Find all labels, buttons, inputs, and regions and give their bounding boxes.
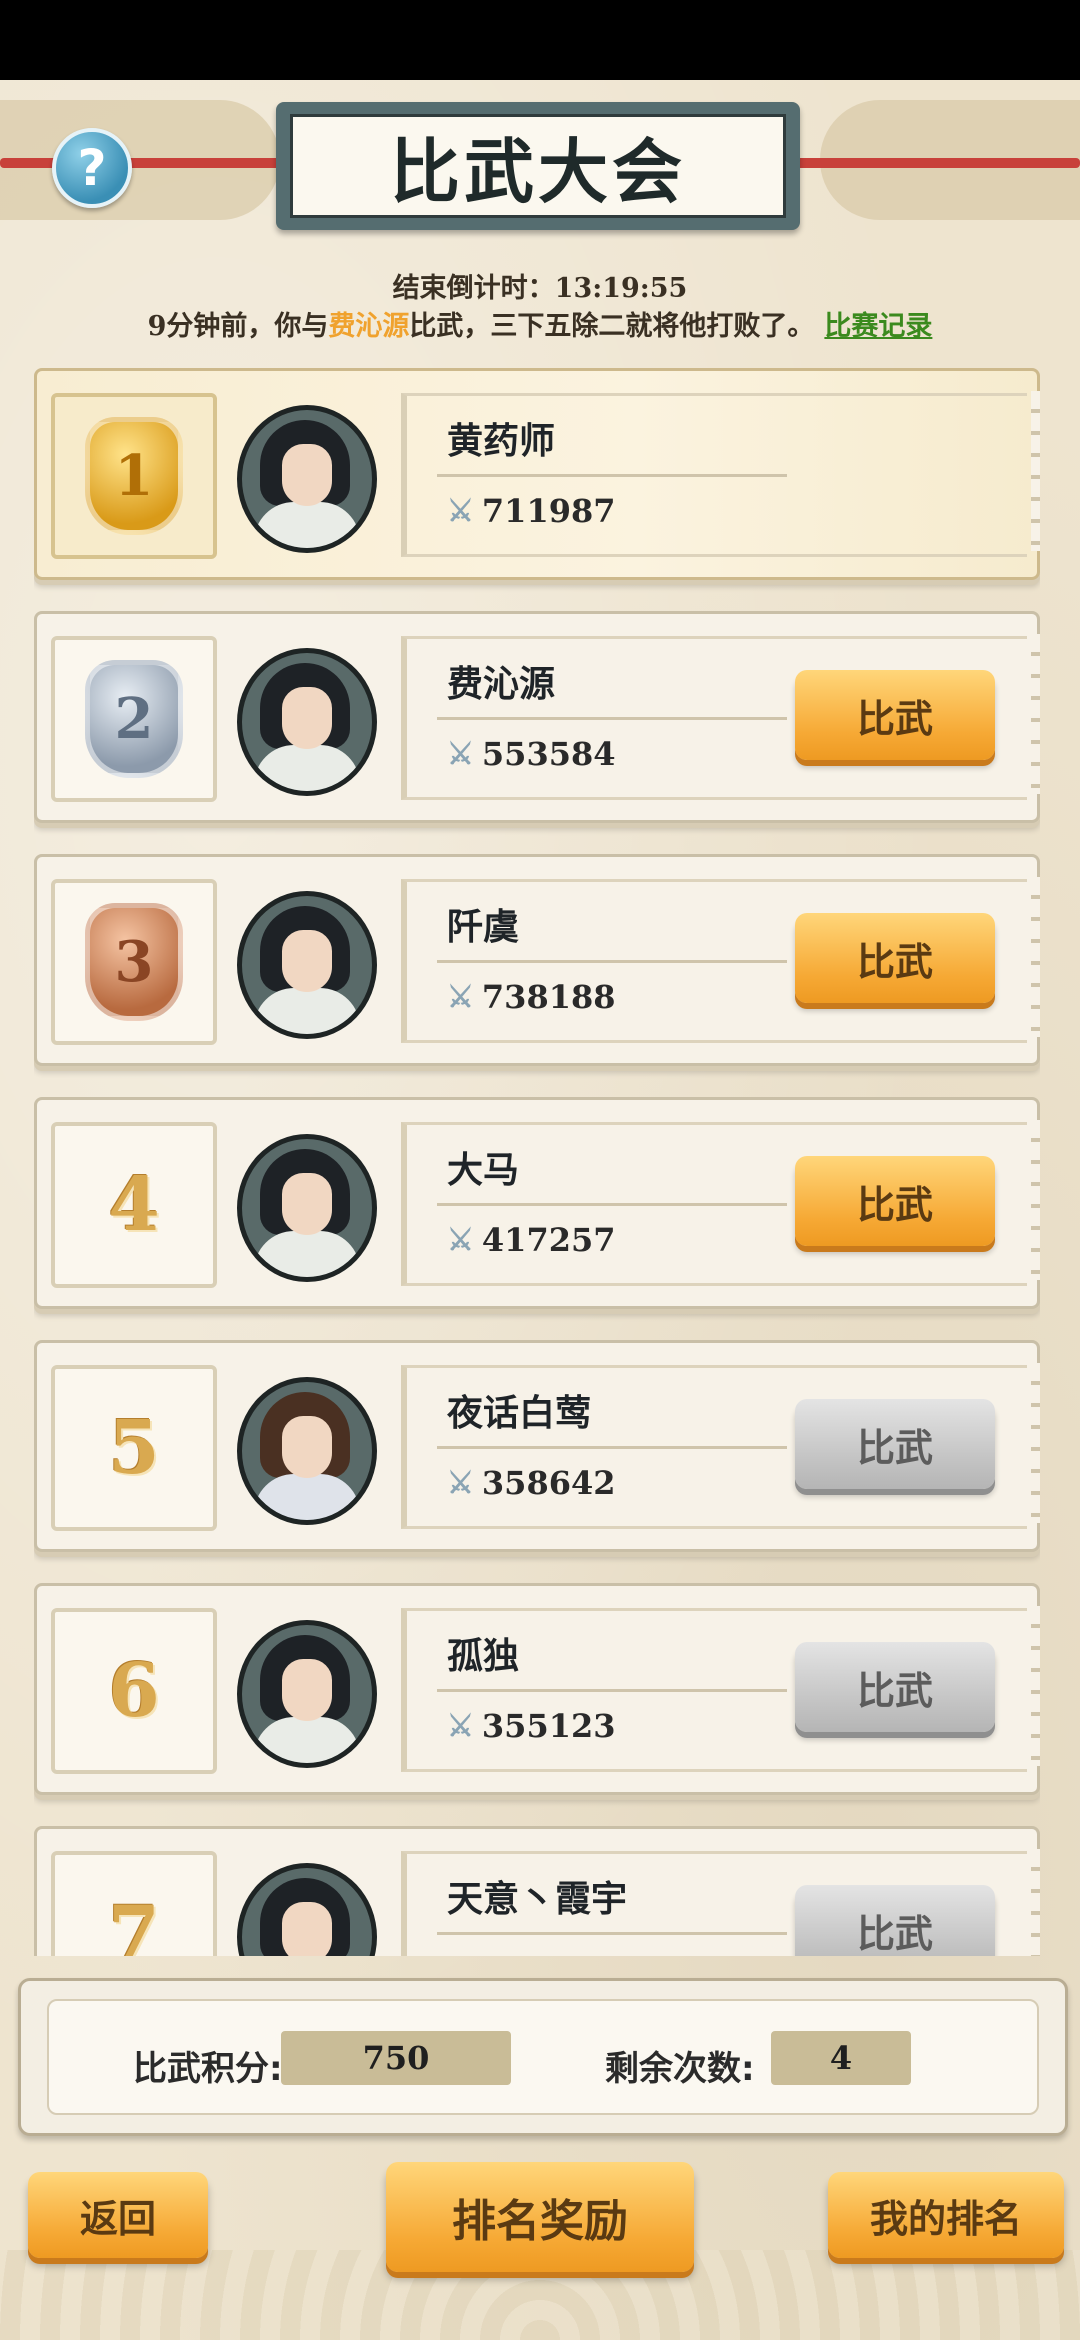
player-info: 大马 ⚔ 417257 xyxy=(401,1122,1027,1286)
rank-badge: 7 xyxy=(51,1851,217,1956)
power-value: 553584 xyxy=(481,735,616,773)
help-button[interactable]: ? xyxy=(52,128,132,208)
player-info: 费沁源 ⚔ 553584 xyxy=(401,636,1027,800)
rank-badge: 2 xyxy=(51,636,217,802)
gold-medal-icon: 1 xyxy=(85,417,183,535)
question-mark-icon: ? xyxy=(77,139,107,197)
power-value: 355123 xyxy=(481,1707,616,1745)
battle-notice: 9分钟前，你与费沁源比武，三下五除二就将他打败了。 比赛记录 xyxy=(0,304,1080,343)
player-info: 夜话白莺 ⚔ 358642 xyxy=(401,1365,1027,1529)
rank-number: 7 xyxy=(108,1891,160,1956)
countdown-label: 结束倒计时： xyxy=(392,273,555,304)
player-name: 大马 xyxy=(447,1150,520,1191)
divider xyxy=(437,1446,787,1449)
rope-right xyxy=(780,158,1080,168)
rank-badge: 4 xyxy=(51,1122,217,1288)
player-info: 孤独 ⚔ 355123 xyxy=(401,1608,1027,1772)
countdown: 结束倒计时：13:19:55 xyxy=(0,266,1080,305)
crossed-swords-icon: ⚔ xyxy=(447,979,474,1015)
player-avatar[interactable] xyxy=(237,1863,377,1956)
crossed-swords-icon: ⚔ xyxy=(447,1222,474,1258)
power-value: 738188 xyxy=(481,978,616,1016)
divider xyxy=(437,474,787,477)
rank-number: 6 xyxy=(108,1648,160,1734)
player-info: 黄药师 ⚔ 711987 xyxy=(401,393,1027,557)
player-power: ⚔ 711987 xyxy=(447,492,616,530)
player-info: 天意丶霞宇 xyxy=(401,1851,1027,1956)
notice-suffix: 比武，三下五除二就将他打败了。 xyxy=(409,311,815,342)
crossed-swords-icon: ⚔ xyxy=(447,736,474,772)
rank-number: 4 xyxy=(108,1162,160,1248)
player-power: ⚔ 553584 xyxy=(447,735,616,773)
player-name: 阡虞 xyxy=(447,907,520,948)
player-avatar[interactable] xyxy=(237,405,377,553)
page-title: 比武大会 xyxy=(290,114,786,218)
player-power: ⚔ 355123 xyxy=(447,1707,616,1745)
rope-left xyxy=(0,158,300,168)
ranking-row: 7 比武 天意丶霞宇 xyxy=(34,1826,1040,1956)
scroll-edge xyxy=(1031,877,1040,1037)
player-avatar[interactable] xyxy=(237,1134,377,1282)
ranking-row: 1 黄药师 ⚔ 711987 xyxy=(34,368,1040,580)
player-power: ⚔ 358642 xyxy=(447,1464,616,1502)
divider xyxy=(437,1689,787,1692)
silver-medal-icon: 2 xyxy=(85,660,183,778)
player-avatar[interactable] xyxy=(237,891,377,1039)
scroll-edge xyxy=(1031,1606,1040,1766)
divider xyxy=(437,717,787,720)
score-panel-inner: 比武积分: 750 剩余次数: 4 xyxy=(47,1999,1039,2115)
player-power: ⚔ 738188 xyxy=(447,978,616,1016)
title-plaque: 比武大会 xyxy=(276,102,800,230)
ranking-list[interactable]: 1 黄药师 ⚔ 711987 2 比武 费沁源 ⚔ 553584 3 比武 阡虞 ⚔ 738188 4 比武大… xyxy=(34,368,1040,1956)
points-label: 比武积分: xyxy=(133,2049,283,2089)
divider xyxy=(437,1203,787,1206)
scroll-edge xyxy=(1031,634,1040,794)
remaining-label: 剩余次数: xyxy=(605,2049,755,2089)
notice-prefix: 9分钟前，你与 xyxy=(147,311,329,342)
notice-opponent: 费沁源 xyxy=(328,311,410,342)
status-bar xyxy=(0,0,1080,80)
rank-reward-button[interactable]: 排名奖励 xyxy=(386,2162,694,2272)
scroll-edge xyxy=(1031,391,1040,551)
scroll-edge xyxy=(1031,1363,1040,1523)
scroll-edge xyxy=(1031,1849,1040,1956)
divider xyxy=(437,960,787,963)
ranking-row: 5 比武 夜话白莺 ⚔ 358642 xyxy=(34,1340,1040,1552)
back-button[interactable]: 返回 xyxy=(28,2172,208,2258)
bronze-medal-icon: 3 xyxy=(85,903,183,1021)
divider xyxy=(437,1932,787,1935)
ranking-row: 2 比武 费沁源 ⚔ 553584 xyxy=(34,611,1040,823)
power-value: 417257 xyxy=(481,1221,616,1259)
rank-badge: 3 xyxy=(51,879,217,1045)
player-name: 天意丶霞宇 xyxy=(447,1879,628,1920)
rank-number: 5 xyxy=(108,1405,160,1491)
crossed-swords-icon: ⚔ xyxy=(447,1708,474,1744)
ranking-row: 4 比武 大马 ⚔ 417257 xyxy=(34,1097,1040,1309)
power-value: 711987 xyxy=(481,492,616,530)
player-name: 孤独 xyxy=(447,1636,520,1677)
power-value: 358642 xyxy=(481,1464,616,1502)
player-avatar[interactable] xyxy=(237,1377,377,1525)
crossed-swords-icon: ⚔ xyxy=(447,1465,474,1501)
player-name: 夜话白莺 xyxy=(447,1393,592,1434)
player-name: 费沁源 xyxy=(447,664,556,705)
crossed-swords-icon: ⚔ xyxy=(447,493,474,529)
countdown-value: 13:19:55 xyxy=(554,273,688,304)
rank-badge: 6 xyxy=(51,1608,217,1774)
score-panel: 比武积分: 750 剩余次数: 4 xyxy=(18,1978,1068,2136)
player-avatar[interactable] xyxy=(237,648,377,796)
remaining-value: 4 xyxy=(771,2031,911,2085)
player-info: 阡虞 ⚔ 738188 xyxy=(401,879,1027,1043)
scroll-edge xyxy=(1031,1120,1040,1280)
rank-badge: 5 xyxy=(51,1365,217,1531)
points-value: 750 xyxy=(281,2031,511,2085)
player-avatar[interactable] xyxy=(237,1620,377,1768)
rank-badge: 1 xyxy=(51,393,217,559)
my-rank-button[interactable]: 我的排名 xyxy=(828,2172,1064,2258)
player-power: ⚔ 417257 xyxy=(447,1221,616,1259)
ranking-row: 6 比武 孤独 ⚔ 355123 xyxy=(34,1583,1040,1795)
ranking-row: 3 比武 阡虞 ⚔ 738188 xyxy=(34,854,1040,1066)
player-name: 黄药师 xyxy=(447,421,556,462)
record-link[interactable]: 比赛记录 xyxy=(824,311,932,342)
